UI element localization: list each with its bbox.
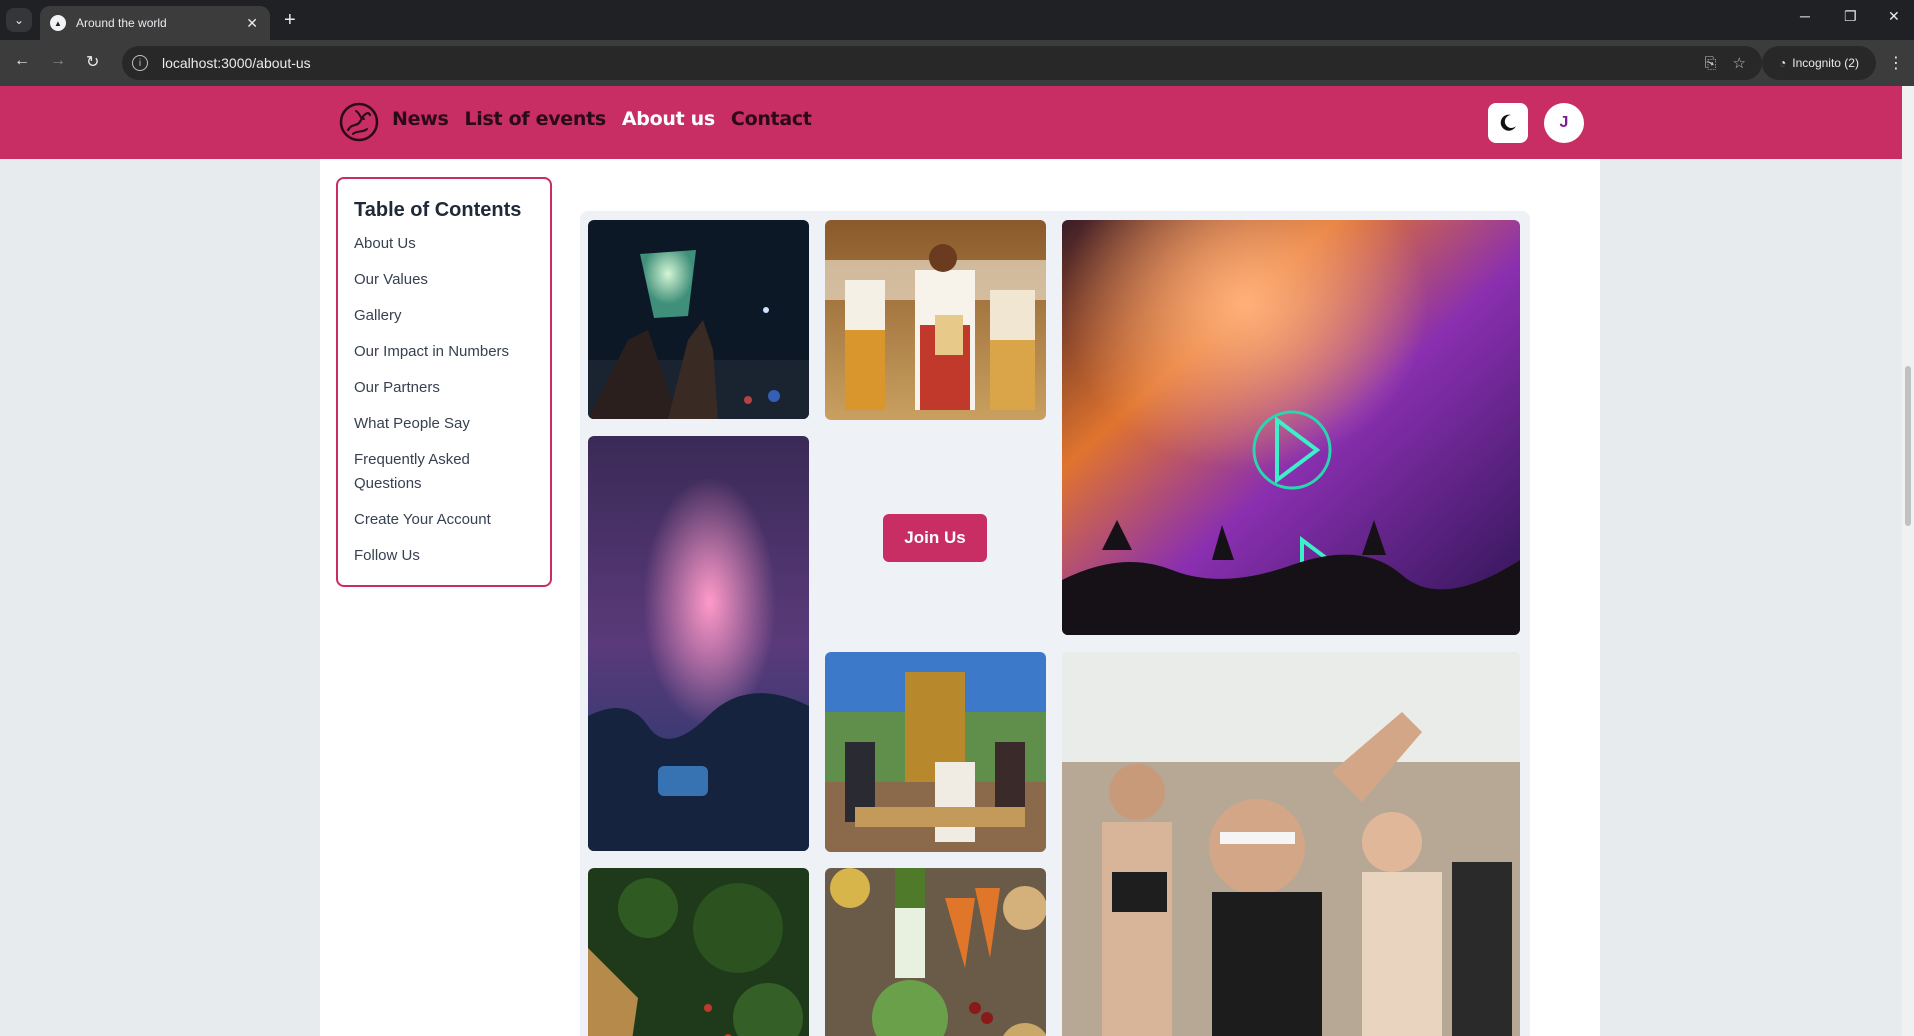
incognito-label: Incognito (2) (1792, 56, 1859, 70)
concert-smoke-lights-photo[interactable] (1062, 220, 1520, 635)
moon-icon (1500, 114, 1516, 131)
toc-title: Table of Contents (354, 199, 522, 221)
nav-about-us[interactable]: About us (622, 108, 715, 130)
translate-icon[interactable]: ⎘ (1705, 55, 1717, 72)
close-window-icon[interactable]: ✕ (1888, 8, 1900, 25)
reload-icon[interactable]: ↻ (86, 52, 99, 72)
garden-image (588, 868, 809, 1036)
close-tab-icon[interactable]: ✕ (246, 15, 258, 32)
main-content: Table of Contents About Us Our Values Ga… (320, 159, 1600, 1036)
back-icon[interactable]: ← (14, 52, 30, 70)
toc-item-our-partners[interactable]: Our Partners (354, 376, 534, 400)
sky-lantern-photo[interactable] (588, 220, 809, 419)
join-us-button[interactable]: Join Us (883, 514, 987, 562)
concert-image (1062, 220, 1520, 635)
browser-menu-icon[interactable]: ⋮ (1888, 53, 1904, 73)
toc-item-gallery[interactable]: Gallery (354, 304, 534, 328)
url-text[interactable]: localhost:3000/about-us (162, 55, 1705, 71)
minimize-icon[interactable]: ─ (1800, 8, 1810, 24)
festival-girl-photo[interactable] (1062, 652, 1520, 1036)
bookmark-star-icon[interactable]: ☆ (1733, 54, 1746, 72)
favicon-icon: ▲ (50, 15, 66, 31)
garden-photo[interactable] (588, 868, 809, 1036)
logo-icon[interactable] (339, 102, 379, 142)
sky-lantern-image (588, 220, 809, 419)
toc-item-follow-us[interactable]: Follow Us (354, 544, 534, 568)
user-avatar[interactable]: J (1544, 103, 1584, 143)
toc-item-what-people-say[interactable]: What People Say (354, 412, 534, 436)
toc-item-create-account[interactable]: Create Your Account (354, 508, 534, 532)
scrollbar-thumb[interactable] (1905, 366, 1911, 526)
browser-toolbar: ← → ↻ i localhost:3000/about-us ⎘ ☆ ◔ In… (0, 40, 1914, 86)
page-viewport: News List of events About us Contact J T… (0, 86, 1902, 1036)
address-bar[interactable]: i localhost:3000/about-us ⎘ ☆ (122, 46, 1762, 80)
toc-list: About Us Our Values Gallery Our Impact i… (354, 232, 534, 568)
photo-gallery: Join Us (580, 211, 1530, 1036)
toc-item-about-us[interactable]: About Us (354, 232, 534, 256)
page-scrollbar[interactable] (1902, 86, 1914, 1036)
incognito-badge[interactable]: ◔ Incognito (2) (1762, 46, 1876, 80)
forward-icon[interactable]: → (50, 52, 66, 70)
table-of-contents: Table of Contents About Us Our Values Ga… (336, 177, 552, 587)
dancers-image (825, 220, 1046, 420)
nav-contact[interactable]: Contact (731, 108, 812, 130)
fireworks-crowd-photo[interactable] (588, 436, 809, 851)
new-tab-button[interactable]: + (284, 8, 296, 32)
toc-item-our-impact[interactable]: Our Impact in Numbers (354, 340, 534, 364)
incognito-icon: ◔ (1779, 56, 1787, 70)
festival-girl-image (1062, 652, 1520, 1036)
toc-item-faq[interactable]: Frequently Asked Questions (354, 448, 534, 496)
traditional-dancers-photo[interactable] (825, 220, 1046, 420)
main-nav: News List of events About us Contact (392, 108, 812, 130)
tab-search-button[interactable]: ⌄ (6, 8, 32, 32)
vegetables-photo[interactable] (825, 868, 1046, 1036)
nav-news[interactable]: News (392, 108, 449, 130)
toc-item-our-values[interactable]: Our Values (354, 268, 534, 292)
site-info-icon[interactable]: i (132, 55, 148, 71)
fireworks-image (588, 436, 809, 851)
restore-icon[interactable]: ❐ (1844, 8, 1857, 25)
browser-tabstrip: ⌄ ▲ Around the world ✕ + ─ ❐ ✕ (0, 0, 1914, 40)
browser-tab[interactable]: ▲ Around the world ✕ (40, 6, 270, 40)
theme-toggle-button[interactable] (1488, 103, 1528, 143)
chevron-down-icon: ⌄ (13, 13, 25, 27)
nav-list-of-events[interactable]: List of events (464, 108, 606, 130)
tab-title: Around the world (76, 16, 167, 30)
folk-festival-image (825, 652, 1046, 852)
vegetables-image (825, 868, 1046, 1036)
site-header: News List of events About us Contact J (0, 86, 1902, 159)
folk-festival-photo[interactable] (825, 652, 1046, 852)
